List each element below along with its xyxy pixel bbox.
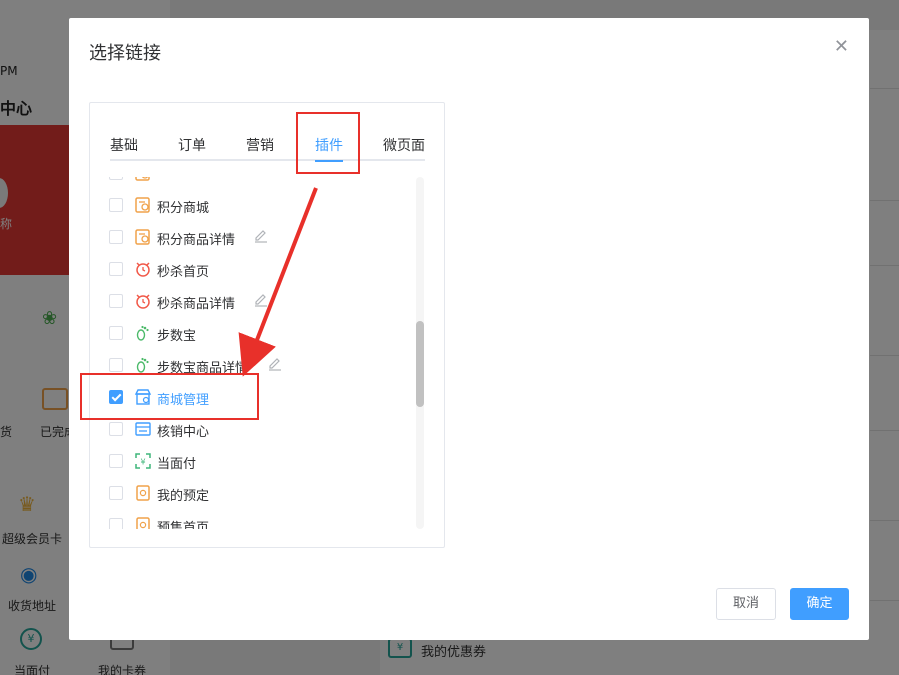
link-item-label: 步数宝: [157, 329, 197, 344]
alarm-clock-icon: [134, 292, 152, 310]
scrollbar-thumb[interactable]: [416, 321, 424, 407]
link-item-label: 预售首页: [157, 521, 210, 529]
checkbox[interactable]: [109, 177, 123, 180]
link-tabs: 基础 订单 营销 插件 微页面: [110, 131, 425, 162]
confirm-button[interactable]: 确定: [790, 588, 849, 620]
scrollbar[interactable]: [416, 177, 424, 529]
link-item-label: 积分商城: [157, 201, 210, 216]
link-list[interactable]: 积分商城 积分商品详情 秒杀首页 秒杀商品详情 步数宝 步数宝商品详情 商城管理 核销中心 ¥ 当…: [109, 177, 409, 529]
list-item-partial: [109, 177, 409, 183]
select-link-dialog: 选择链接 ✕ 基础 订单 营销 插件 微页面 积分商城积分商品详情 秒杀首页秒杀商…: [69, 18, 869, 640]
checkbox[interactable]: [109, 198, 123, 212]
checkbox[interactable]: [109, 358, 123, 372]
tab-basic[interactable]: 基础: [110, 135, 138, 155]
booking-icon: [134, 516, 152, 529]
link-item[interactable]: 我的预定: [109, 483, 409, 504]
link-item-label: 积分商品详情: [157, 233, 236, 248]
tab-micro-page[interactable]: 微页面: [383, 135, 425, 155]
annotation-box-plugin-tab: [296, 112, 360, 174]
link-item[interactable]: 秒杀商品详情: [109, 291, 409, 312]
link-item-label: 我的预定: [157, 489, 210, 504]
link-item-label: 核销中心: [157, 425, 210, 440]
edit-icon[interactable]: [267, 356, 283, 372]
points-mall-icon: [134, 228, 152, 246]
link-item[interactable]: 步数宝: [109, 323, 409, 344]
link-item-label: 当面付: [157, 457, 197, 472]
points-mall-icon: [134, 196, 152, 214]
close-icon[interactable]: ✕: [834, 36, 849, 57]
dialog-title: 选择链接: [89, 43, 161, 64]
checkbox[interactable]: [109, 422, 123, 436]
checkbox[interactable]: [109, 262, 123, 276]
link-item[interactable]: 预售首页: [109, 515, 409, 529]
edit-icon[interactable]: [253, 228, 269, 244]
alarm-clock-icon: [134, 260, 152, 278]
link-item-label: 秒杀商品详情: [157, 297, 236, 312]
link-panel: 基础 订单 营销 插件 微页面 积分商城积分商品详情 秒杀首页秒杀商品详情 步数宝步…: [89, 102, 445, 548]
tab-order[interactable]: 订单: [178, 135, 206, 155]
scan-pay-icon: ¥: [134, 452, 152, 470]
edit-icon[interactable]: [253, 292, 269, 308]
link-item[interactable]: 积分商城: [109, 195, 409, 216]
link-item-label: 秒杀首页: [157, 265, 210, 280]
link-item[interactable]: 秒杀首页: [109, 259, 409, 280]
checkbox[interactable]: [109, 518, 123, 529]
points-mall-icon: [134, 177, 152, 182]
checkbox[interactable]: [109, 230, 123, 244]
checkbox[interactable]: [109, 454, 123, 468]
verify-center-icon: [134, 420, 152, 438]
checkbox[interactable]: [109, 486, 123, 500]
svg-text:¥: ¥: [140, 458, 145, 467]
footprint-icon: [134, 356, 152, 374]
link-item[interactable]: 积分商品详情: [109, 227, 409, 248]
cancel-button[interactable]: 取消: [716, 588, 776, 620]
link-item[interactable]: ¥ 当面付: [109, 451, 409, 472]
annotation-box-store-manage: [80, 373, 259, 420]
link-item[interactable]: 核销中心: [109, 419, 409, 440]
link-item[interactable]: 步数宝商品详情: [109, 355, 409, 376]
checkbox[interactable]: [109, 326, 123, 340]
checkbox[interactable]: [109, 294, 123, 308]
footprint-icon: [134, 324, 152, 342]
tab-marketing[interactable]: 营销: [246, 135, 274, 155]
booking-icon: [134, 484, 152, 502]
